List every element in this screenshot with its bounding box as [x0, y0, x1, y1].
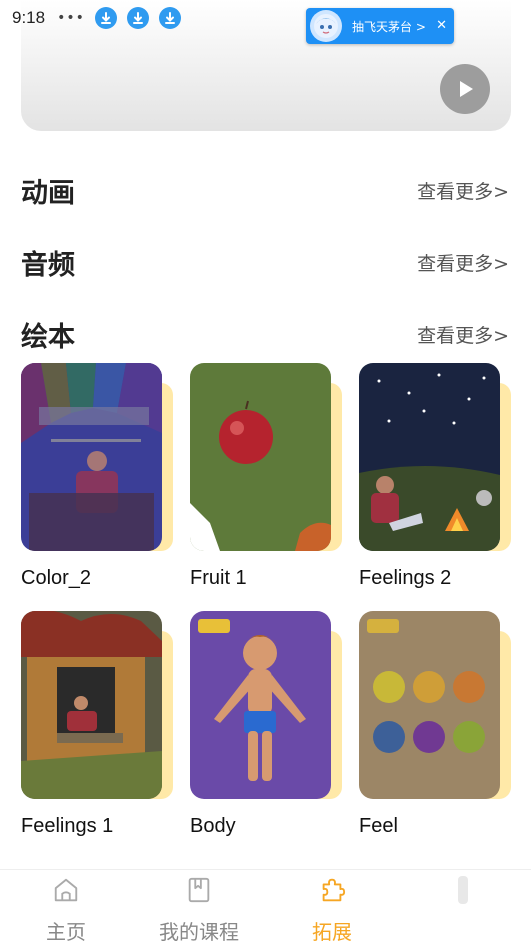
nav-label: 拓展	[312, 920, 352, 944]
book-card[interactable]: Fruit 1	[190, 363, 342, 589]
nav-item-expand[interactable]: 拓展	[272, 870, 392, 944]
book-cover-image	[359, 363, 500, 551]
section-animation: 动画 查看更多>	[21, 170, 509, 210]
section-audio: 音频 查看更多>	[21, 242, 509, 282]
status-time: 9:18	[12, 8, 46, 27]
nav-item-my-courses[interactable]: 我的课程	[139, 870, 259, 944]
bottom-navigation: 主页 我的课程 拓展	[0, 869, 531, 944]
section-title: 音频	[21, 249, 75, 281]
download-icon	[126, 7, 149, 29]
puzzle-icon	[322, 878, 346, 902]
section-title: 动画	[21, 177, 75, 209]
view-more-link[interactable]: 查看更多>	[417, 249, 509, 276]
download-icon	[94, 7, 117, 29]
nav-item-home[interactable]: 主页	[6, 870, 126, 944]
section-title: 绘本	[21, 321, 75, 353]
book-card[interactable]: Feel	[359, 611, 511, 837]
view-more-link[interactable]: 查看更多>	[417, 321, 509, 348]
nav-label: 我的课程	[159, 920, 239, 944]
book-card[interactable]: Body	[190, 611, 342, 837]
nav-handle-decoration	[458, 876, 468, 904]
status-bar: 9:18 •••	[0, 0, 531, 36]
book-title: Feelings 2	[359, 567, 452, 589]
book-cover-image	[359, 611, 500, 799]
book-title: Fruit 1	[190, 567, 247, 589]
book-cover-image	[190, 611, 331, 799]
more-dots-icon: •••	[57, 10, 85, 26]
book-cover-image	[190, 363, 331, 551]
home-icon	[54, 878, 78, 902]
book-title: Body	[190, 815, 236, 837]
book-card[interactable]: Feelings 1	[21, 611, 173, 837]
download-icon	[158, 7, 181, 29]
book-title: Feel	[359, 815, 398, 837]
bookmark-book-icon	[188, 877, 210, 903]
book-card[interactable]: Color_2	[21, 363, 173, 589]
book-cover-image	[21, 611, 162, 799]
book-card[interactable]: Feelings 2	[359, 363, 511, 589]
play-button[interactable]	[440, 64, 490, 114]
play-icon	[460, 81, 473, 97]
book-cover-image	[21, 363, 162, 551]
book-title: Feelings 1	[21, 815, 114, 837]
view-more-link[interactable]: 查看更多>	[417, 177, 509, 204]
book-title: Color_2	[21, 567, 92, 589]
section-picture-books: 绘本 查看更多>	[21, 314, 509, 354]
nav-label: 主页	[46, 920, 86, 944]
